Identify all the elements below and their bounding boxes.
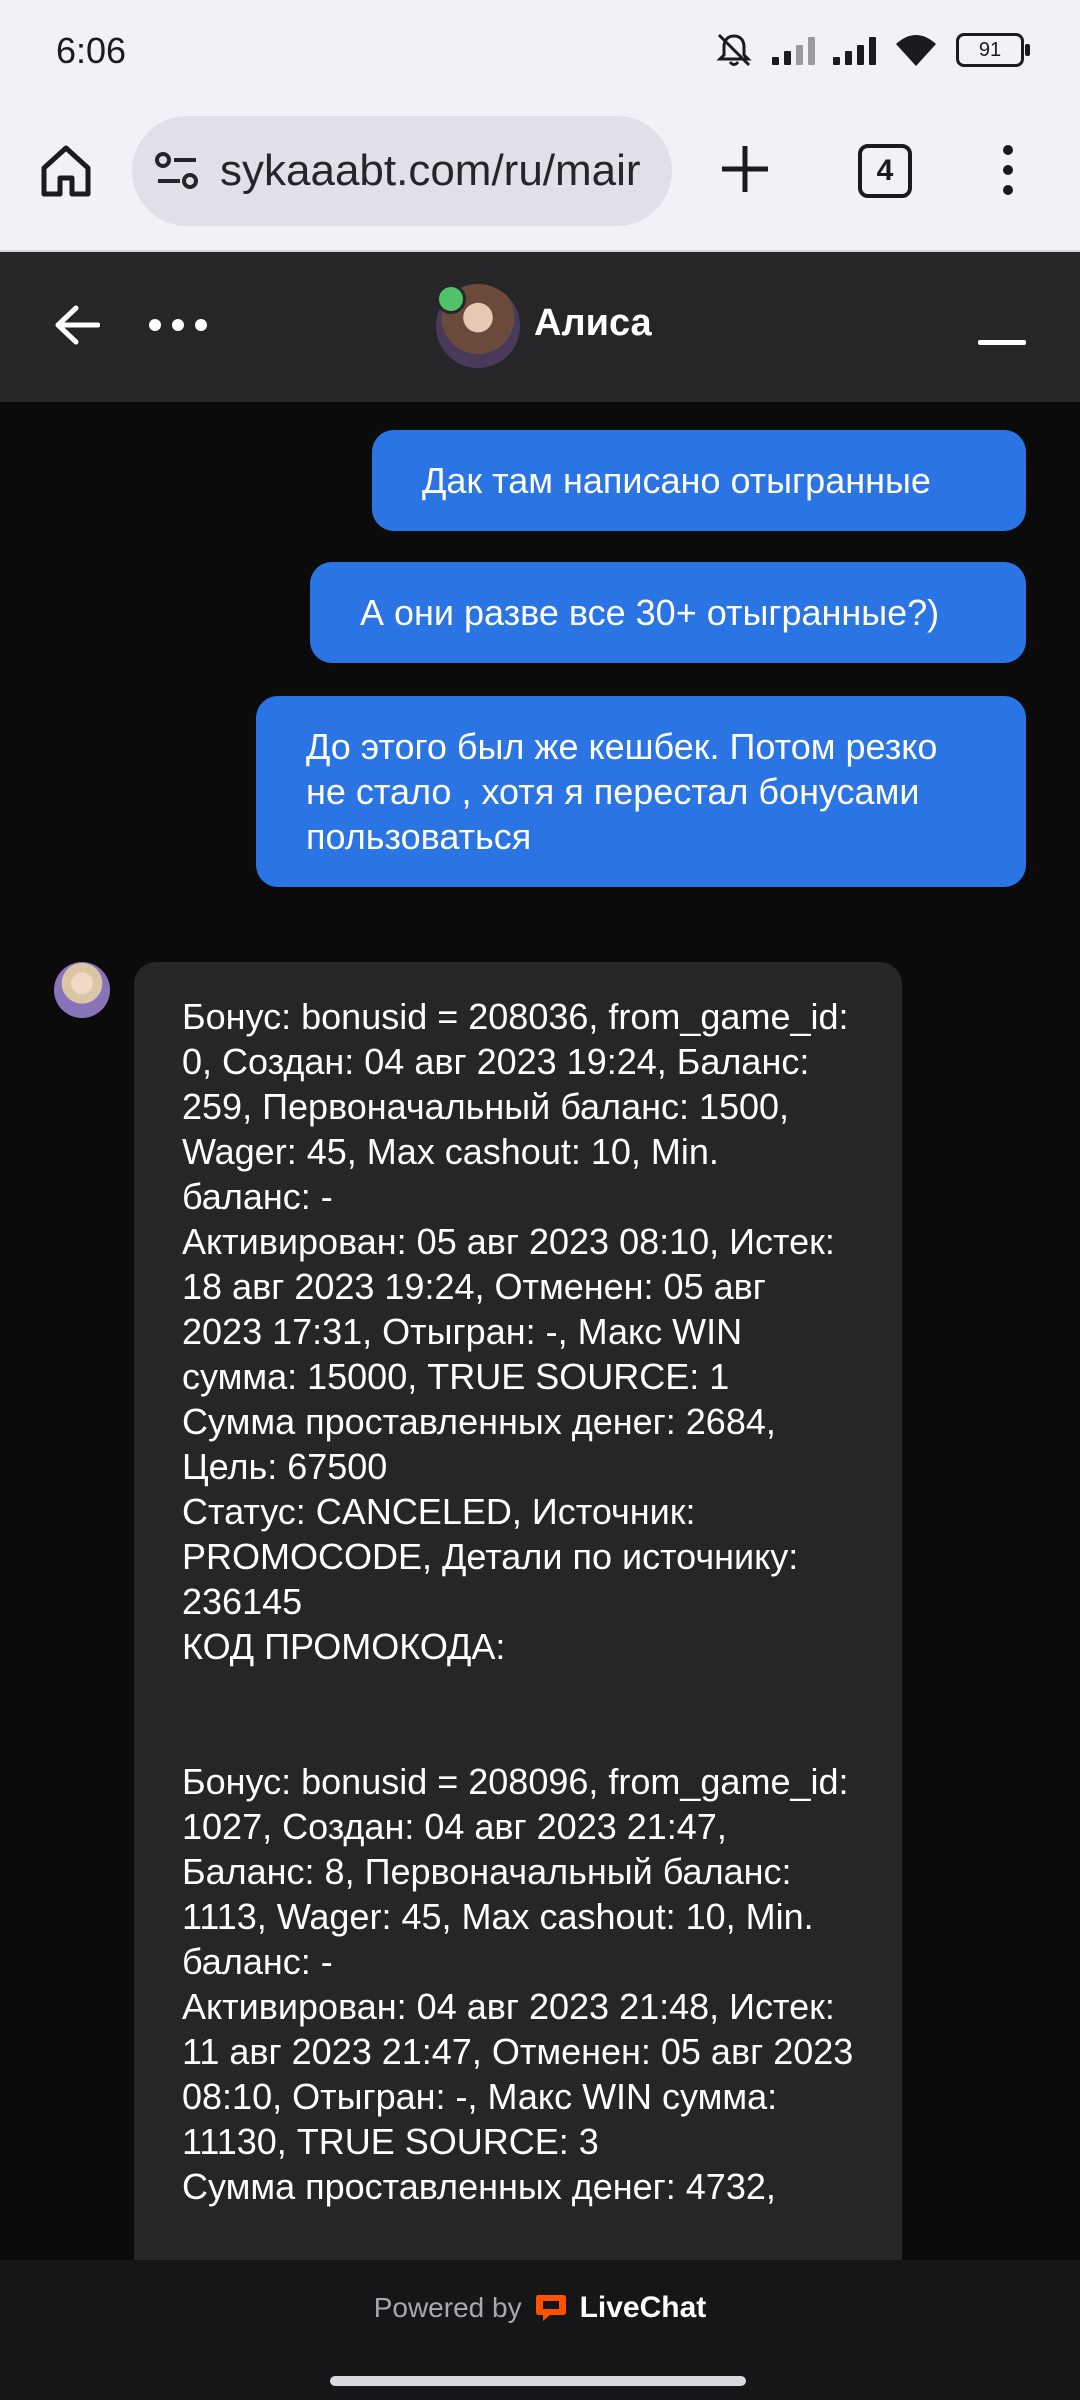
message-text: До этого был же кешбек. Потом резко не с… bbox=[306, 726, 938, 857]
incoming-message: Бонус: bonusid = 208036, from_game_id: 0… bbox=[134, 962, 902, 2260]
home-icon[interactable] bbox=[36, 140, 96, 200]
site-settings-icon[interactable] bbox=[154, 151, 200, 191]
mute-icon bbox=[716, 33, 752, 67]
address-bar[interactable]: sykaaabt.com/ru/mair bbox=[132, 116, 672, 226]
url-text[interactable]: sykaaabt.com/ru/mair bbox=[220, 146, 641, 196]
message-text: Дак там написано отыгранные bbox=[422, 460, 931, 501]
tab-count: 4 bbox=[876, 154, 894, 187]
livechat-logo-icon bbox=[535, 2295, 566, 2321]
minimize-icon[interactable] bbox=[978, 340, 1026, 345]
agent-avatar bbox=[54, 962, 110, 1018]
system-navigation-bar bbox=[0, 2356, 1080, 2400]
powered-by-text: Powered by bbox=[373, 2292, 522, 2323]
powered-by-footer[interactable]: Powered by LiveChat bbox=[0, 2260, 1080, 2356]
gesture-handle[interactable] bbox=[330, 2376, 746, 2386]
livechat-brand: LiveChat bbox=[579, 2291, 707, 2324]
signal-2-icon bbox=[833, 35, 876, 65]
tabs-icon[interactable]: 4 bbox=[858, 144, 912, 198]
more-icon[interactable] bbox=[148, 318, 208, 332]
status-bar: 6:06 91 bbox=[0, 0, 1080, 100]
agent-avatar-header bbox=[436, 284, 520, 368]
menu-icon[interactable] bbox=[1000, 144, 1016, 196]
battery-level: 91 bbox=[978, 39, 1002, 61]
new-tab-icon[interactable] bbox=[718, 142, 772, 196]
chat-messages[interactable]: Дак там написано отыгранные А они разве … bbox=[0, 402, 1080, 2260]
outgoing-message: Дак там написано отыгранные bbox=[372, 430, 1026, 531]
message-text: А они разве все 30+ отыгранные?) bbox=[360, 592, 940, 633]
status-time: 6:06 bbox=[56, 30, 127, 71]
online-status-icon bbox=[436, 284, 466, 314]
status-icons: 91 bbox=[714, 28, 1030, 72]
outgoing-message: До этого был же кешбек. Потом резко не с… bbox=[256, 696, 1026, 887]
agent-name: Алиса bbox=[534, 302, 652, 344]
outgoing-message: А они разве все 30+ отыгранные?) bbox=[310, 562, 1026, 663]
back-arrow-icon[interactable] bbox=[54, 304, 100, 346]
browser-toolbar: sykaaabt.com/ru/mair 4 bbox=[0, 100, 1080, 252]
battery-icon: 91 bbox=[956, 33, 1030, 67]
signal-1-icon bbox=[772, 35, 815, 65]
wifi-icon bbox=[896, 35, 936, 66]
chat-header: Алиса bbox=[0, 252, 1080, 402]
